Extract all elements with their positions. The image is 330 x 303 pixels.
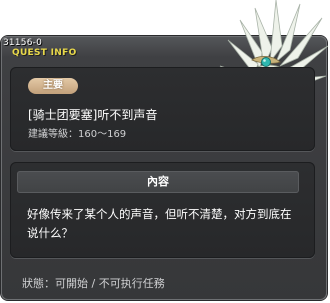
quest-status: 狀態：可開始 / 不可执行任務 — [22, 277, 165, 290]
quest-id: 31156-0 — [3, 38, 43, 48]
quest-name: [骑士团要塞]听不到声音 — [28, 108, 158, 122]
quest-info-title: QUEST INFO — [12, 48, 77, 58]
quest-type-badge: 主要 — [28, 78, 78, 94]
quest-description: 好像传来了某个人的声音，但听不清楚，对方到底在说什么？ — [27, 207, 292, 240]
quest-level-requirement: 建議等級：160～169 — [28, 129, 127, 140]
content-header: 內容 — [17, 171, 299, 193]
